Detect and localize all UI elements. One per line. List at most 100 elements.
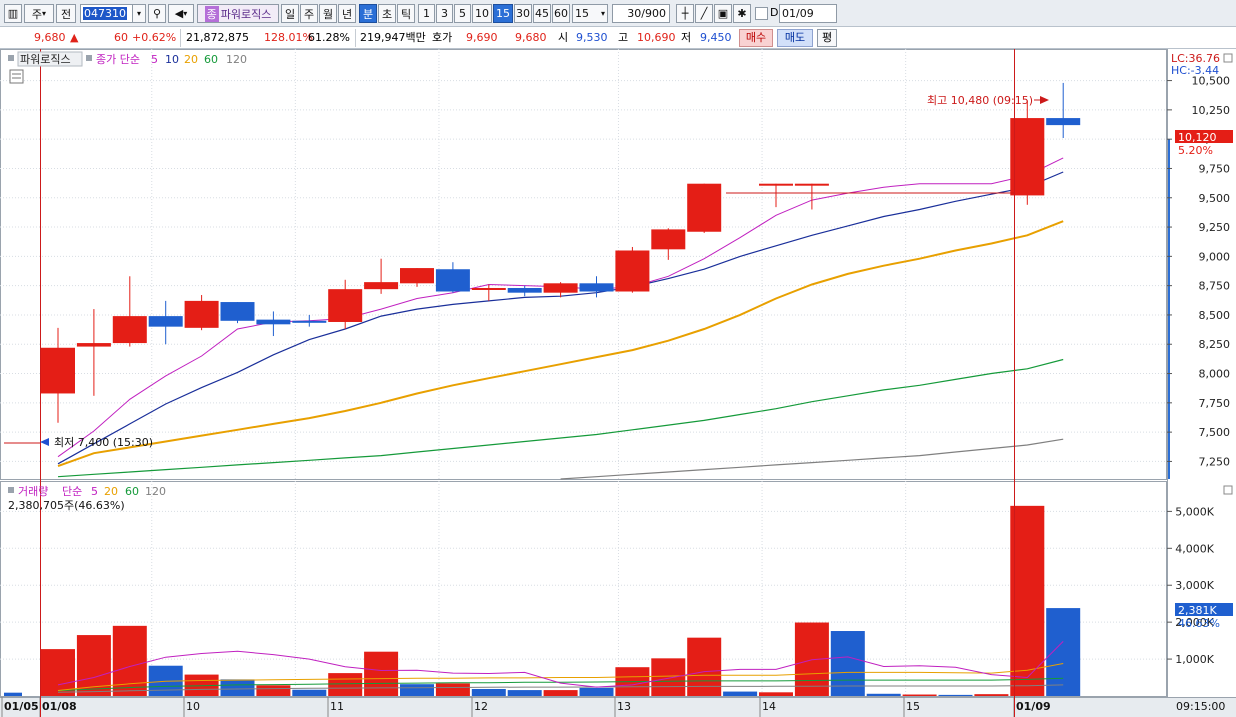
time-axis-date-label: 01/05: [4, 700, 39, 713]
volume-bar: [759, 692, 793, 696]
ma-handle-icon[interactable]: [86, 55, 92, 61]
ma-legend-label: 종가 단순: [96, 53, 140, 66]
price-tick-label: 9,250: [1199, 221, 1231, 234]
current-price-tag: 10,120: [1178, 131, 1217, 144]
period-tick-button[interactable]: 틱: [397, 4, 415, 23]
candle-body: [651, 229, 686, 250]
last-volume: 2,380,705주(46.63%): [8, 499, 125, 512]
period-day-button[interactable]: 일: [281, 4, 299, 23]
period-month-button[interactable]: 월: [319, 4, 337, 23]
period-week-button[interactable]: 주: [300, 4, 318, 23]
current-price: 9,680: [34, 31, 66, 44]
calculator-icon[interactable]: [9, 69, 24, 84]
volume-bar: [579, 687, 614, 696]
date-checkbox[interactable]: [755, 7, 768, 20]
volume-bar: [364, 651, 399, 696]
save-icon[interactable]: ▣: [714, 4, 732, 23]
interval-5-button[interactable]: 5: [454, 4, 471, 23]
open-price: 9,530: [576, 31, 608, 44]
stock-name-field[interactable]: 종 파워로직스: [197, 4, 279, 23]
date-input[interactable]: 01/09: [779, 4, 837, 23]
candle-body: [112, 316, 147, 344]
prev-button[interactable]: 전: [56, 4, 76, 23]
high-annotation: 최고 10,480 (09:15): [927, 94, 1033, 107]
panel-handle-icon[interactable]: [8, 55, 14, 61]
volume-bar: [4, 692, 22, 696]
sound-icon[interactable]: ◀ ▾: [168, 4, 194, 23]
change-rate: +0.62%: [132, 31, 177, 44]
volume-bar: [866, 693, 901, 696]
buy-button[interactable]: 매수: [739, 29, 773, 47]
change-amount: 60: [114, 31, 128, 44]
interval-3-button[interactable]: 3: [436, 4, 453, 23]
candle-body: [1010, 118, 1045, 196]
low-price: 9,450: [700, 31, 732, 44]
high-price: 10,690: [637, 31, 676, 44]
interval-60-button[interactable]: 60: [552, 4, 570, 23]
volume-bar: [292, 689, 327, 696]
stock-tag: 파워로직스: [20, 53, 71, 66]
interval-45-button[interactable]: 45: [533, 4, 551, 23]
volume-ma-label: 단순: [62, 485, 82, 498]
candle-body: [292, 320, 327, 323]
candle-body: [41, 347, 75, 394]
period-year-button[interactable]: 년: [338, 4, 356, 23]
vol-ma5-legend: 5: [91, 485, 98, 498]
volume-bar: [435, 683, 470, 696]
sell-button[interactable]: 매도: [777, 29, 813, 47]
search-icon[interactable]: ⚲: [148, 4, 166, 23]
code-dropdown-icon[interactable]: ▾: [132, 4, 146, 23]
volume-bar: [938, 694, 973, 696]
volume-tick-label: 4,000K: [1175, 542, 1214, 555]
count-field[interactable]: 30/900: [612, 4, 670, 23]
time-axis-label: 09:15:00: [1176, 700, 1225, 713]
volume-bar: [1046, 608, 1081, 696]
divider: [180, 29, 181, 47]
grid-menu-icon[interactable]: ▥: [4, 4, 22, 23]
stock-name: 파워로직스: [220, 7, 272, 21]
volume-handle-icon[interactable]: [8, 487, 14, 493]
interval-30-button[interactable]: 30: [514, 4, 532, 23]
price-tick-label: 9,000: [1199, 250, 1231, 263]
line-tool-icon[interactable]: ╱: [695, 4, 713, 23]
panel-close-icon[interactable]: [1223, 53, 1233, 63]
panel-close-icon[interactable]: [1223, 485, 1233, 495]
candle-body: [400, 268, 434, 284]
divider: [355, 29, 356, 47]
vol-ma120-legend: 120: [145, 485, 166, 498]
volume-bar: [543, 690, 578, 696]
interval-select-value: 15: [575, 7, 589, 20]
price-panel-frame: [0, 49, 1167, 480]
price-tick-label: 7,750: [1199, 397, 1231, 410]
stock-chart-svg[interactable]: 7,250 7,500 7,750 8,000 8,250 8,500 8,750 9,000…: [0, 49, 1236, 717]
price-tick-label: 8,000: [1199, 368, 1231, 381]
ma5-legend: 5: [151, 53, 158, 66]
candle-body: [687, 183, 722, 232]
time-axis-date-label: 01/08: [42, 700, 77, 713]
period-minute-button[interactable]: 분: [359, 4, 377, 23]
interval-10-button[interactable]: 10: [472, 4, 492, 23]
evaluation-button[interactable]: 평: [817, 29, 837, 47]
time-axis-date-label: 12: [474, 700, 488, 713]
volume-bar: [974, 694, 1009, 696]
gear-icon[interactable]: ✱: [733, 4, 751, 23]
price-tick-label: 8,750: [1199, 280, 1231, 293]
quote-label: 호가: [432, 31, 453, 44]
interval-1-button[interactable]: 1: [418, 4, 435, 23]
ma60-legend: 60: [204, 53, 218, 66]
interval-select[interactable]: 15 ▾: [572, 4, 608, 23]
market-type-select[interactable]: 주 ▾: [24, 4, 54, 23]
volume-bar: [220, 679, 255, 696]
volume-bar: [256, 685, 291, 696]
market-type-label: 주: [31, 7, 43, 21]
candle-type-icon[interactable]: ┼: [676, 4, 694, 23]
vol-ma60-legend: 60: [125, 485, 139, 498]
ma120-legend: 120: [226, 53, 247, 66]
turnover-ratio: 61.28%: [308, 31, 350, 44]
interval-15-button[interactable]: 15: [493, 4, 513, 23]
volume-tick-label: 3,000K: [1175, 579, 1214, 592]
low-label: 저: [681, 31, 692, 44]
period-second-button[interactable]: 초: [378, 4, 396, 23]
volume-title: 거래량: [18, 485, 48, 498]
candle-body: [364, 282, 399, 290]
